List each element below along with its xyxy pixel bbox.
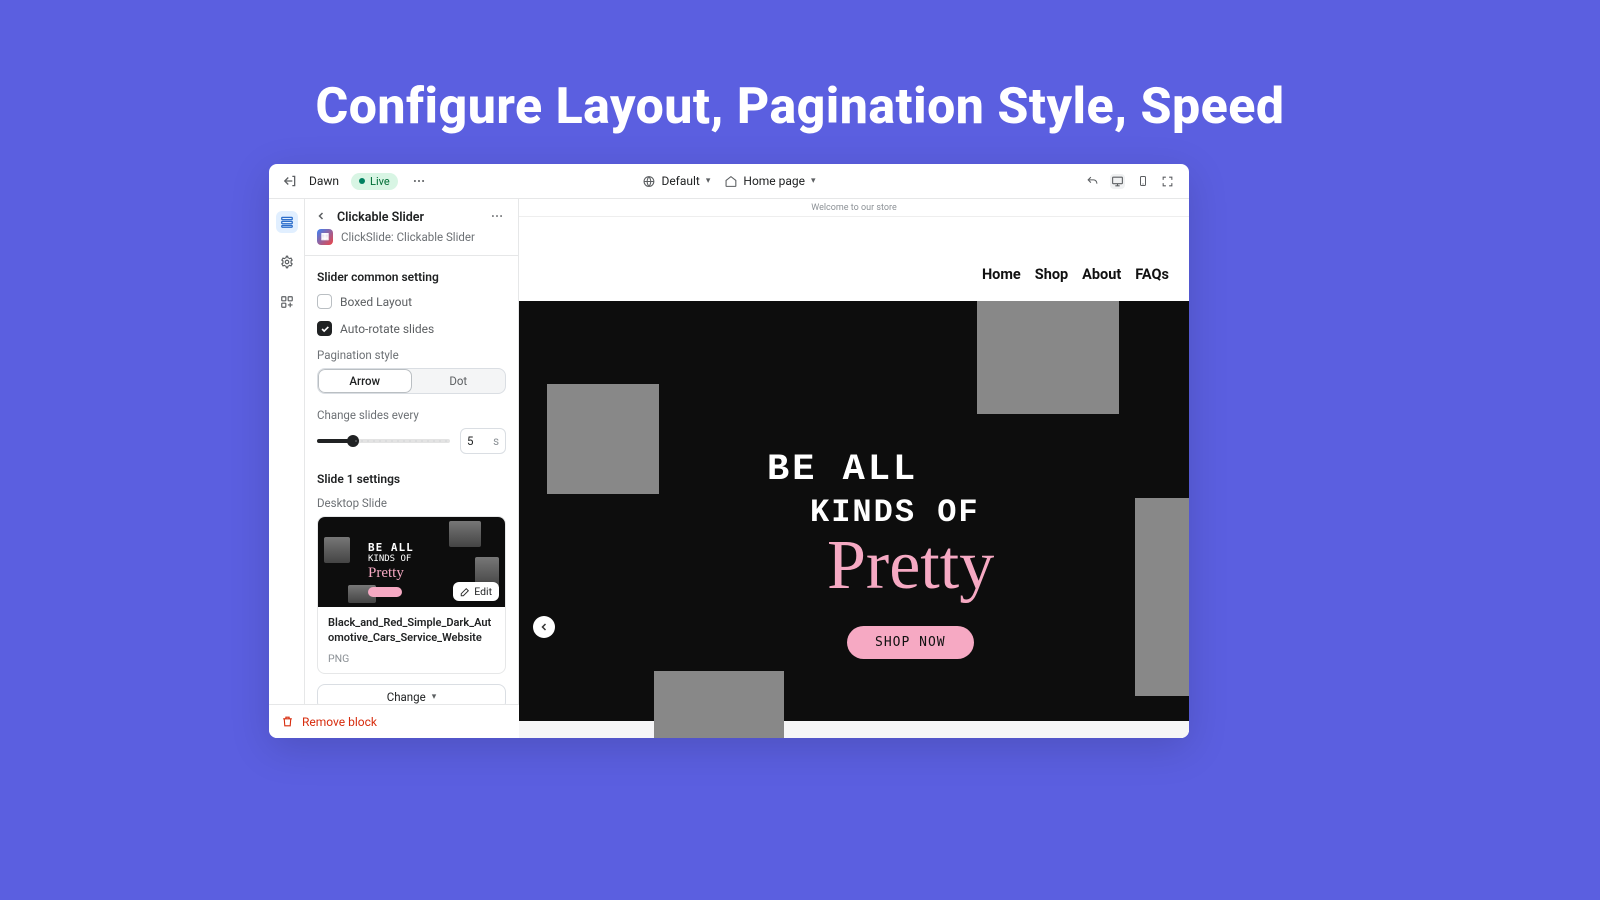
chevron-down-icon: ▾	[811, 176, 816, 186]
status-badge: Live	[351, 173, 398, 190]
thumb-text: KINDS OF	[368, 554, 411, 564]
hero-slider: BE ALL KINDS OF Pretty SHOP NOW	[519, 301, 1189, 721]
hero-photo	[977, 301, 1119, 414]
pagination-dot-option[interactable]: Dot	[412, 369, 506, 393]
exit-icon[interactable]	[283, 174, 297, 188]
auto-rotate-row[interactable]: Auto-rotate slides	[317, 321, 506, 336]
settings-rail-icon[interactable]	[276, 251, 298, 273]
page-selector[interactable]: Home page ▾	[724, 174, 815, 188]
interval-slider[interactable]	[317, 439, 450, 443]
hero-photo	[654, 671, 784, 738]
viewport-selector[interactable]: Default ▾	[642, 174, 710, 188]
preview-canvas: Welcome to our store Home Shop About FAQ…	[519, 199, 1189, 738]
change-every-label: Change slides every	[317, 408, 506, 422]
slide-filetype: PNG	[328, 652, 495, 665]
desktop-slide-label: Desktop Slide	[317, 496, 506, 510]
slide-card: BE ALL KINDS OF Pretty Edit Black_and_Re…	[317, 516, 506, 674]
thumb-text: Pretty	[368, 565, 404, 582]
thumb-cta	[368, 587, 402, 597]
interval-input[interactable]: 5 s	[460, 428, 506, 454]
announcement-bar: Welcome to our store	[519, 199, 1189, 217]
theme-name: Dawn	[309, 174, 339, 188]
slide-thumbnail[interactable]: BE ALL KINDS OF Pretty Edit	[318, 517, 505, 607]
auto-rotate-checkbox[interactable]	[317, 321, 332, 336]
desktop-view-icon[interactable]	[1110, 174, 1125, 189]
panel-title: Clickable Slider	[337, 210, 482, 225]
remove-block-label: Remove block	[305, 715, 377, 729]
nav-about[interactable]: About	[1082, 266, 1121, 283]
nav-home[interactable]: Home	[982, 266, 1021, 283]
hero-photo	[1135, 498, 1189, 696]
fullscreen-icon[interactable]	[1160, 174, 1175, 189]
app-name-row[interactable]: ▦ ClickSlide: Clickable Slider	[305, 229, 518, 255]
boxed-layout-row[interactable]: Boxed Layout	[317, 294, 506, 309]
prev-arrow-button[interactable]	[533, 616, 555, 638]
topbar: Dawn Live Default ▾ Home page ▾	[269, 164, 1189, 199]
nav-shop[interactable]: Shop	[1035, 266, 1068, 283]
pagination-label: Pagination style	[317, 348, 506, 362]
site-header: Home Shop About FAQs	[519, 217, 1189, 301]
back-button[interactable]	[315, 210, 329, 224]
nav-faqs[interactable]: FAQs	[1135, 266, 1169, 283]
mobile-view-icon[interactable]	[1135, 174, 1150, 189]
auto-rotate-label: Auto-rotate slides	[340, 322, 434, 336]
page-headline: Configure Layout, Pagination Style, Spee…	[0, 0, 1600, 136]
panel-more-button[interactable]	[490, 209, 506, 225]
chevron-down-icon: ▾	[706, 176, 711, 186]
thumb-text: BE ALL	[368, 541, 414, 554]
apps-rail-icon[interactable]	[276, 291, 298, 313]
slide-filename: Black_and_Red_Simple_Dark_Automotive_Car…	[328, 615, 495, 646]
undo-icon[interactable]	[1085, 174, 1100, 189]
hero-cta-button[interactable]: SHOP NOW	[847, 626, 974, 659]
hero-heading-line3: Pretty	[827, 526, 994, 606]
edit-slide-button[interactable]: Edit	[453, 582, 499, 601]
pagination-toggle[interactable]: Arrow Dot	[317, 368, 506, 394]
boxed-layout-checkbox[interactable]	[317, 294, 332, 309]
boxed-layout-label: Boxed Layout	[340, 295, 412, 309]
section-common-heading: Slider common setting	[317, 270, 506, 284]
sections-rail-icon[interactable]	[276, 211, 298, 233]
remove-block-button[interactable]: Remove block	[305, 704, 519, 738]
app-window: Dawn Live Default ▾ Home page ▾	[269, 164, 1189, 738]
app-logo-icon: ▦	[317, 229, 333, 245]
hero-photo	[547, 384, 659, 494]
slider-thumb[interactable]	[347, 435, 359, 447]
chevron-down-icon: ▾	[432, 692, 437, 702]
settings-panel: Clickable Slider ▦ ClickSlide: Clickable…	[305, 199, 519, 738]
left-rail	[269, 199, 305, 738]
more-menu-button[interactable]	[410, 172, 428, 190]
pagination-arrow-option[interactable]: Arrow	[318, 369, 412, 393]
hero-heading-line1: BE ALL	[767, 449, 918, 491]
section-slide-heading: Slide 1 settings	[317, 472, 506, 486]
